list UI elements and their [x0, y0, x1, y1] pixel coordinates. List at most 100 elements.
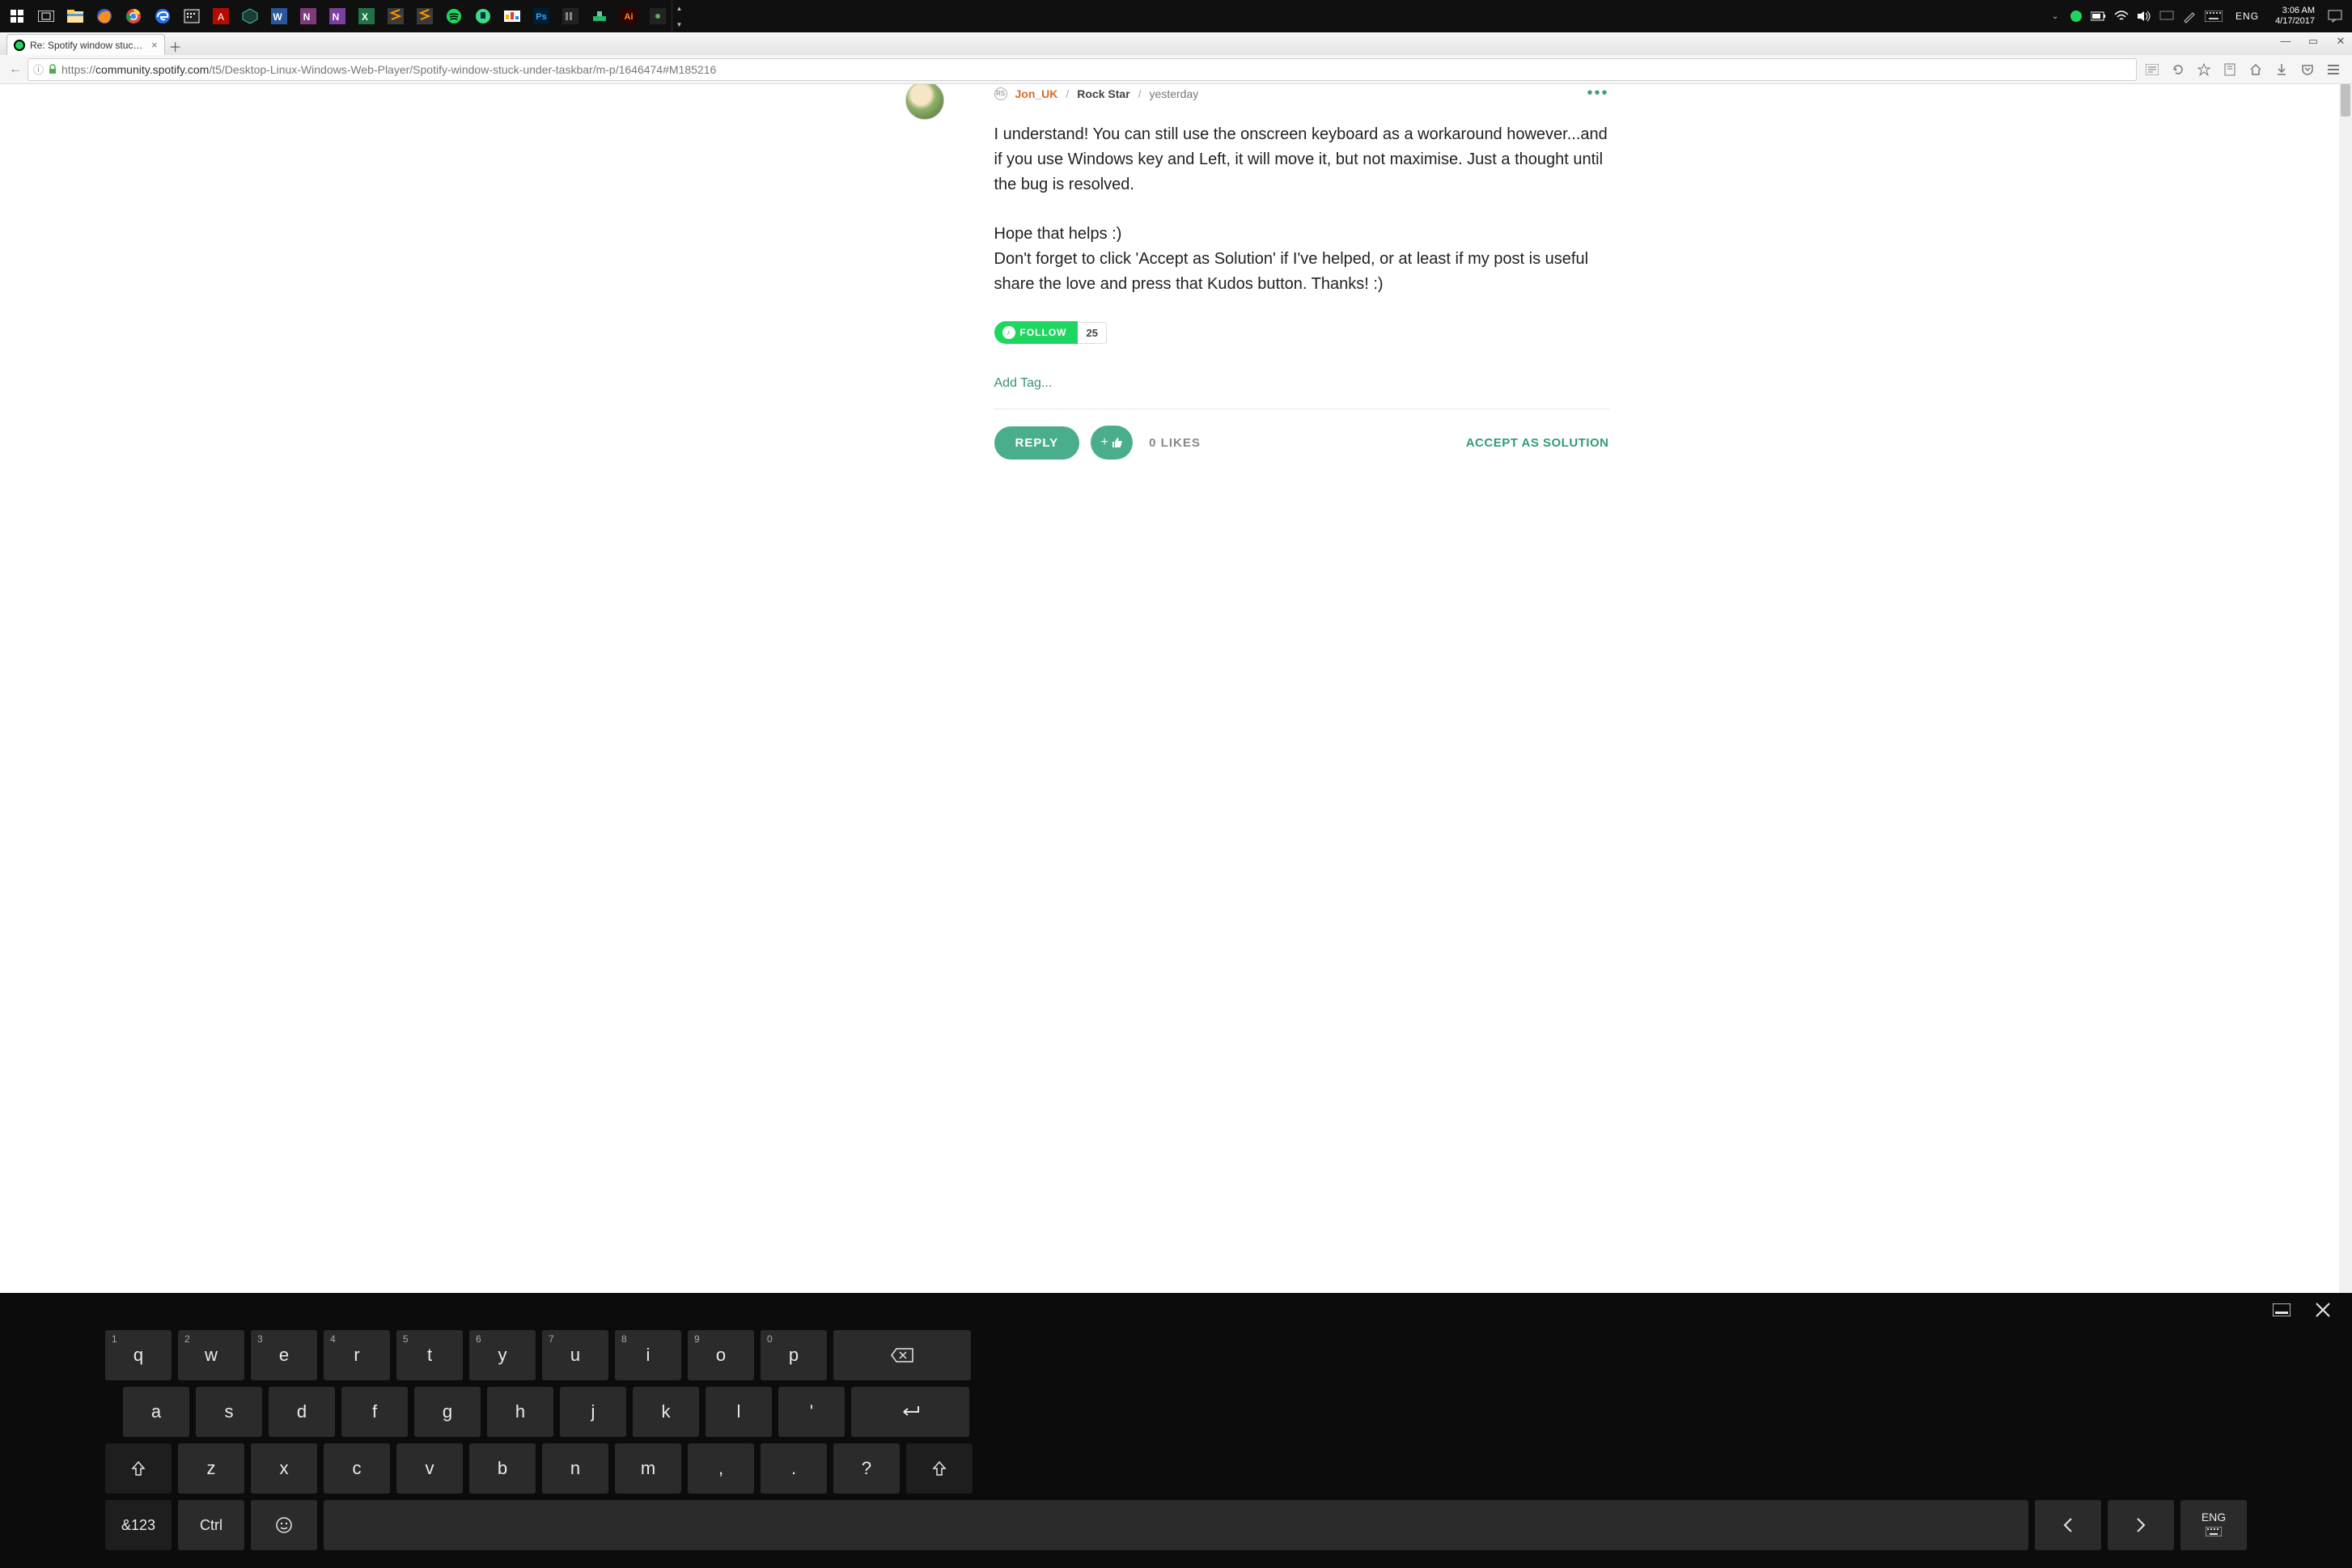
browser-tab[interactable]: Re: Spotify window stuck ... × — [6, 34, 165, 55]
key-e[interactable]: 3e — [251, 1330, 317, 1380]
tray-spotify-icon[interactable] — [2067, 2, 2085, 30]
clock[interactable]: 3:06 AM 4/17/2017 — [2270, 6, 2320, 27]
key-g[interactable]: g — [414, 1387, 481, 1437]
key-v[interactable]: v — [396, 1443, 463, 1494]
key-l[interactable]: l — [706, 1387, 772, 1437]
key-a[interactable]: a — [123, 1387, 189, 1437]
key-emoji[interactable] — [251, 1500, 317, 1550]
key-s[interactable]: s — [196, 1387, 262, 1437]
key-j[interactable]: j — [560, 1387, 626, 1437]
add-tag-link[interactable]: Add Tag... — [994, 376, 1609, 391]
key-d[interactable]: d — [269, 1387, 335, 1437]
library-icon[interactable] — [2219, 59, 2240, 80]
maximize-button[interactable]: ▭ — [2305, 35, 2321, 48]
photoshop-icon[interactable]: Ps — [528, 2, 555, 30]
mpc-icon[interactable] — [498, 2, 526, 30]
pocket-icon[interactable] — [2297, 59, 2318, 80]
address-bar[interactable]: ⓘ https://community.spotify.com/t5/Deskt… — [28, 58, 2137, 81]
firefox-icon[interactable] — [91, 2, 118, 30]
key-z[interactable]: z — [178, 1443, 244, 1494]
osk-close-icon[interactable] — [2315, 1302, 2331, 1322]
key-k[interactable]: k — [633, 1387, 699, 1437]
page-content[interactable]: RS Jon_UK / Rock Star / yesterday ••• I … — [0, 84, 2352, 1293]
key-y[interactable]: 6y — [469, 1330, 536, 1380]
taskbar-scroll[interactable]: ▲ ▼ — [672, 0, 686, 32]
close-button[interactable]: ✕ — [2333, 35, 2349, 48]
key-w[interactable]: 2w — [178, 1330, 244, 1380]
home-icon[interactable] — [2245, 59, 2266, 80]
action-center-icon[interactable] — [2324, 2, 2346, 30]
file-explorer-icon[interactable] — [61, 2, 89, 30]
key-t[interactable]: 5t — [396, 1330, 463, 1380]
key-space[interactable] — [324, 1500, 2028, 1550]
author-avatar[interactable] — [905, 84, 944, 120]
calendar-icon[interactable] — [178, 2, 206, 30]
sublime-icon[interactable] — [382, 2, 409, 30]
tab-close-icon[interactable]: × — [151, 39, 158, 51]
acrobat-icon[interactable]: A — [207, 2, 235, 30]
key-o[interactable]: 9o — [688, 1330, 754, 1380]
minimize-button[interactable]: — — [2278, 35, 2294, 48]
process-icon[interactable] — [586, 2, 613, 30]
scrollbar-thumb[interactable] — [2341, 84, 2350, 117]
key-u[interactable]: 7u — [542, 1330, 608, 1380]
start-icon[interactable] — [3, 2, 31, 30]
chrome-icon[interactable] — [120, 2, 147, 30]
key-apostrophe[interactable]: ' — [778, 1387, 845, 1437]
key-comma[interactable]: , — [688, 1443, 754, 1494]
key-i[interactable]: 8i — [615, 1330, 681, 1380]
key-shift-left[interactable] — [105, 1443, 172, 1494]
language-indicator[interactable]: ENG — [2229, 11, 2265, 22]
reader-icon[interactable] — [2142, 59, 2163, 80]
key-symbols[interactable]: &123 — [105, 1500, 172, 1550]
key-period[interactable]: . — [761, 1443, 827, 1494]
new-tab-button[interactable]: ＋ — [165, 37, 186, 55]
word-icon[interactable]: W — [265, 2, 293, 30]
taskview-icon[interactable] — [32, 2, 60, 30]
key-h[interactable]: h — [487, 1387, 553, 1437]
pen-icon[interactable] — [2180, 2, 2198, 30]
back-button[interactable]: ← — [3, 57, 28, 82]
site-info-icon[interactable]: ⓘ — [33, 61, 44, 77]
scrollbar-track[interactable] — [2339, 84, 2352, 1293]
author-name[interactable]: Jon_UK — [1015, 87, 1058, 100]
touch-keyboard-icon[interactable] — [2203, 2, 2224, 30]
reload-icon[interactable] — [2168, 59, 2189, 80]
key-c[interactable]: c — [324, 1443, 390, 1494]
menu-icon[interactable] — [2323, 59, 2344, 80]
illustrator-icon[interactable]: Ai — [615, 2, 642, 30]
foobar-icon[interactable] — [557, 2, 584, 30]
reply-button[interactable]: REPLY — [994, 426, 1080, 460]
key-b[interactable]: b — [469, 1443, 536, 1494]
excel-icon[interactable]: X — [353, 2, 380, 30]
key-p[interactable]: 0p — [761, 1330, 827, 1380]
key-m[interactable]: m — [615, 1443, 681, 1494]
chevron-up-icon[interactable]: ▲ — [672, 0, 686, 16]
key-backspace[interactable] — [833, 1330, 971, 1380]
kudos-button[interactable]: + — [1091, 426, 1133, 460]
project-icon[interactable] — [2158, 2, 2176, 30]
key-shift-right[interactable] — [906, 1443, 973, 1494]
key-q[interactable]: 1q — [105, 1330, 172, 1380]
onenote-icon[interactable]: N — [295, 2, 322, 30]
accept-solution-link[interactable]: ACCEPT AS SOLUTION — [1466, 436, 1609, 450]
post-options-icon[interactable]: ••• — [1587, 84, 1608, 103]
key-n[interactable]: n — [542, 1443, 608, 1494]
sublime2-icon[interactable] — [411, 2, 439, 30]
battery-icon[interactable] — [2090, 2, 2108, 30]
key-question[interactable]: ? — [833, 1443, 900, 1494]
tray-chevron-icon[interactable]: ⌄ — [2048, 2, 2062, 30]
generic-app-icon[interactable] — [644, 2, 672, 30]
downloads-icon[interactable] — [2271, 59, 2292, 80]
volume-icon[interactable] — [2135, 2, 2153, 30]
key-enter[interactable] — [851, 1387, 969, 1437]
key-language[interactable]: ENG — [2180, 1500, 2247, 1550]
edge-icon[interactable] — [149, 2, 176, 30]
star-icon[interactable] — [2193, 59, 2214, 80]
android-studio-icon[interactable] — [469, 2, 497, 30]
spotify-icon[interactable] — [440, 2, 468, 30]
key-right[interactable] — [2108, 1500, 2174, 1550]
osk-dock-icon[interactable] — [2273, 1303, 2291, 1320]
key-r[interactable]: 4r — [324, 1330, 390, 1380]
follow-button[interactable]: ♪ FOLLOW 25 — [994, 321, 1107, 344]
